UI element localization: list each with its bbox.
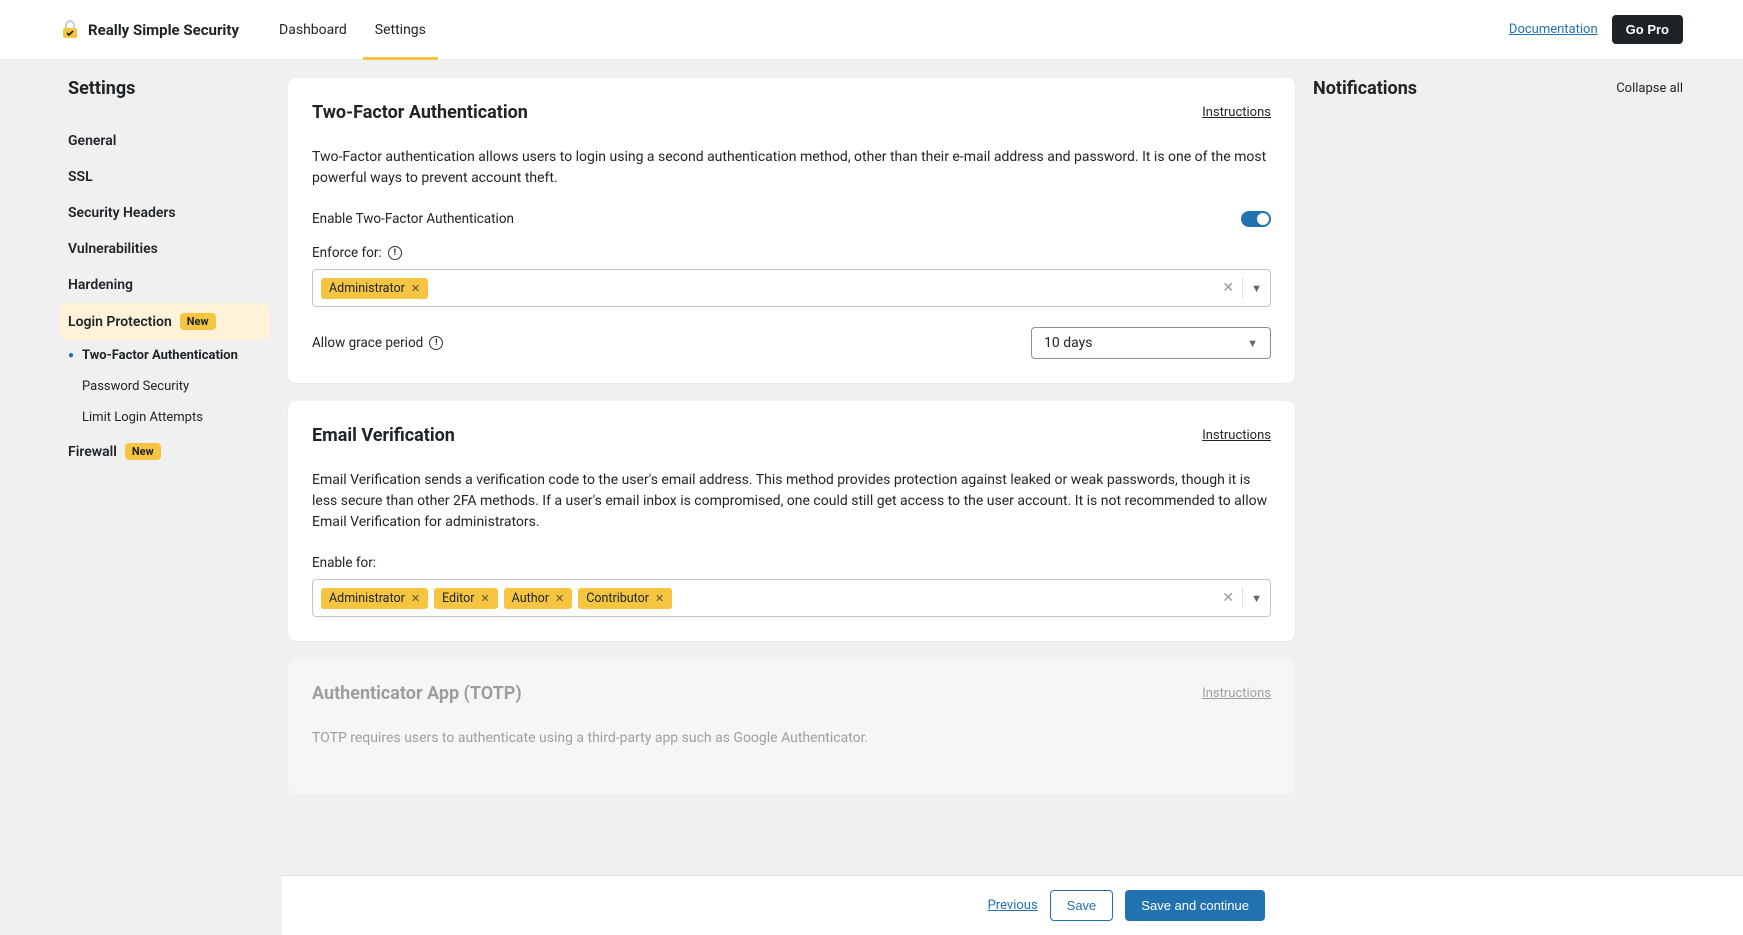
sidebar-item-hardening[interactable]: Hardening (60, 267, 270, 303)
multiselect-controls: ✕ ▼ (1222, 588, 1262, 608)
card-email-verification: Email Verification Instructions Email Ve… (288, 401, 1295, 641)
info-icon[interactable]: ! (388, 246, 402, 260)
header-actions: Documentation Go Pro (1509, 15, 1683, 44)
enable-tfa-row: Enable Two-Factor Authentication (312, 211, 1271, 227)
instructions-link[interactable]: Instructions (1202, 428, 1271, 443)
notifications-header: Notifications Collapse all (1313, 78, 1683, 99)
chevron-down-icon[interactable]: ▼ (1251, 592, 1262, 605)
sidebar-item-firewall[interactable]: Firewall New (60, 433, 270, 470)
card-description: Email Verification sends a verification … (312, 470, 1271, 533)
tag-label: Administrator (329, 591, 405, 606)
card-header: Authenticator App (TOTP) Instructions (312, 683, 1271, 704)
documentation-link[interactable]: Documentation (1509, 22, 1598, 37)
remove-tag-icon[interactable]: ✕ (411, 282, 420, 295)
remove-tag-icon[interactable]: ✕ (411, 592, 420, 605)
sidebar-item-label: Firewall (68, 444, 117, 460)
role-tag: Administrator ✕ (321, 588, 428, 609)
sidebar-item-login-protection[interactable]: Login Protection New (60, 303, 270, 340)
enable-tfa-toggle[interactable] (1241, 211, 1271, 227)
login-protection-subitems: Two-Factor Authentication Password Secur… (60, 340, 270, 433)
subitem-two-factor[interactable]: Two-Factor Authentication (60, 340, 270, 371)
sidebar-title: Settings (60, 78, 270, 99)
card-title: Two-Factor Authentication (312, 102, 528, 123)
grace-period-select[interactable]: 10 days ▼ (1031, 327, 1271, 359)
app-header: Really Simple Security Dashboard Setting… (0, 0, 1743, 60)
role-tag: Author ✕ (504, 588, 573, 609)
enable-tfa-label: Enable Two-Factor Authentication (312, 211, 514, 227)
card-two-factor: Two-Factor Authentication Instructions T… (288, 78, 1295, 383)
instructions-link[interactable]: Instructions (1202, 105, 1271, 120)
subitem-limit-login[interactable]: Limit Login Attempts (60, 402, 270, 433)
main-column: Two-Factor Authentication Instructions T… (288, 78, 1295, 875)
enable-for-select[interactable]: Administrator ✕ Editor ✕ Author ✕ Contribut… (312, 579, 1271, 617)
tab-settings[interactable]: Settings (375, 0, 426, 60)
label-text: Enforce for: (312, 245, 382, 261)
info-icon[interactable]: ! (429, 336, 443, 350)
brand-logo: Really Simple Security (60, 20, 239, 40)
collapse-all-link[interactable]: Collapse all (1616, 81, 1683, 96)
save-continue-button[interactable]: Save and continue (1125, 890, 1265, 921)
instructions-link[interactable]: Instructions (1202, 686, 1271, 701)
tag-label: Editor (442, 591, 474, 606)
grace-period-row: Allow grace period ! 10 days ▼ (312, 327, 1271, 359)
tag-label: Administrator (329, 281, 405, 296)
tag-label: Author (512, 591, 549, 606)
separator (1242, 278, 1243, 298)
selected-tags: Administrator ✕ (321, 278, 428, 299)
sidebar-item-vulnerabilities[interactable]: Vulnerabilities (60, 231, 270, 267)
remove-tag-icon[interactable]: ✕ (555, 592, 564, 605)
save-button[interactable]: Save (1050, 890, 1114, 921)
remove-tag-icon[interactable]: ✕ (655, 592, 664, 605)
enforce-for-label: Enforce for: ! (312, 245, 1271, 261)
enforce-for-select[interactable]: Administrator ✕ ✕ ▼ (312, 269, 1271, 307)
chevron-down-icon: ▼ (1247, 337, 1258, 350)
select-value: 10 days (1044, 335, 1092, 351)
remove-tag-icon[interactable]: ✕ (480, 592, 489, 605)
subitem-password-security[interactable]: Password Security (60, 371, 270, 402)
content-area: Settings General SSL Security Headers Vu… (0, 60, 1743, 875)
lock-shield-icon (60, 20, 80, 40)
sidebar-item-security-headers[interactable]: Security Headers (60, 195, 270, 231)
tab-dashboard[interactable]: Dashboard (279, 0, 347, 60)
header-nav: Dashboard Settings (279, 0, 426, 60)
brand-name: Really Simple Security (88, 21, 239, 39)
enable-for-label: Enable for: (312, 555, 1271, 571)
role-tag: Editor ✕ (434, 588, 498, 609)
new-badge: New (180, 313, 216, 330)
card-description: TOTP requires users to authenticate usin… (312, 728, 1271, 749)
clear-all-icon[interactable]: ✕ (1222, 280, 1234, 296)
action-footer: Previous Save Save and continue (282, 875, 1743, 935)
chevron-down-icon[interactable]: ▼ (1251, 282, 1262, 295)
sidebar-item-ssl[interactable]: SSL (60, 159, 270, 195)
card-authenticator-app: Authenticator App (TOTP) Instructions TO… (288, 659, 1295, 795)
new-badge: New (125, 443, 161, 460)
separator (1242, 588, 1243, 608)
role-tag: Contributor ✕ (578, 588, 672, 609)
multiselect-controls: ✕ ▼ (1222, 278, 1262, 298)
card-title: Authenticator App (TOTP) (312, 683, 522, 704)
clear-all-icon[interactable]: ✕ (1222, 590, 1234, 606)
previous-link[interactable]: Previous (988, 898, 1038, 913)
notifications-panel: Notifications Collapse all (1313, 78, 1683, 875)
role-tag: Administrator ✕ (321, 278, 428, 299)
card-title: Email Verification (312, 425, 455, 446)
notifications-title: Notifications (1313, 78, 1417, 99)
sidebar-item-general[interactable]: General (60, 123, 270, 159)
sidebar-item-label: Login Protection (68, 314, 172, 330)
go-pro-button[interactable]: Go Pro (1612, 15, 1683, 44)
card-description: Two-Factor authentication allows users t… (312, 147, 1271, 189)
grace-period-label: Allow grace period ! (312, 335, 443, 351)
card-header: Two-Factor Authentication Instructions (312, 102, 1271, 123)
label-text: Allow grace period (312, 335, 423, 351)
settings-sidebar: Settings General SSL Security Headers Vu… (60, 78, 270, 875)
card-header: Email Verification Instructions (312, 425, 1271, 446)
selected-tags: Administrator ✕ Editor ✕ Author ✕ Contribut… (321, 588, 672, 609)
tag-label: Contributor (586, 591, 649, 606)
